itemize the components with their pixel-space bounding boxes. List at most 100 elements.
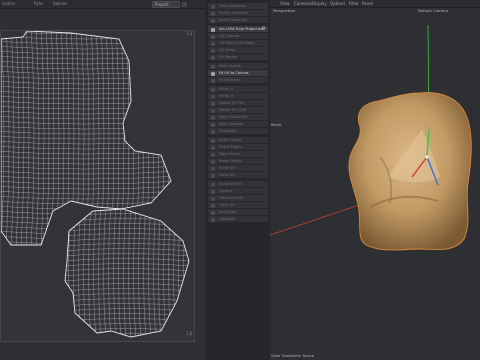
command-icon [211,166,215,171]
vp-menu-item[interactable]: Filter [349,1,359,6]
command-label: Align Vertical [219,122,243,126]
command-label: Pack Islands [219,64,241,68]
uv-canvas[interactable] [0,30,195,342]
uv-menubar: ization Pyte Splines Project [0,0,205,9]
command-button[interactable]: Shrink Selection [208,10,268,17]
command-label: Snap to Grid [219,182,242,186]
viewport-scene [270,24,480,251]
settings-icon[interactable] [182,2,187,7]
command-icon [211,18,215,23]
command-icon [211,55,215,60]
command-icon [211,87,215,92]
command-button[interactable]: Stitch Points [208,137,268,144]
command-label: Break Points [219,159,242,163]
vp-menu-item[interactable]: Cameras [294,1,312,6]
command-button[interactable]: Rotate 90 CW [208,100,268,107]
command-button[interactable]: Mirror V [208,93,268,100]
command-button[interactable]: Pack Islands [208,63,268,70]
command-button[interactable]: UV Unwrap [208,33,268,40]
command-label: Straighten [219,129,238,133]
command-button[interactable]: Align Horizontal [208,114,268,121]
command-label: Fit Selection [219,78,241,82]
command-icon [211,48,215,53]
viewport-footer: View Transform: Scene [271,353,315,358]
command-button[interactable]: Grow Selection [208,3,268,10]
command-button[interactable]: Optimize [208,216,268,223]
command-label: Fit UV to Canvas [219,71,249,75]
command-icon [211,41,215,46]
uv-islands [1,31,190,338]
move-label: Move [271,122,282,127]
command-button[interactable]: Break Points [208,158,268,165]
command-icon [211,115,215,120]
command-button[interactable]: Stitch Edges [208,144,268,151]
uv-menu-item[interactable]: ization [2,1,15,6]
gear-icon[interactable]: ⚙ [262,26,266,32]
vp-menu-item[interactable]: Options [330,1,345,6]
command-icon [211,78,215,83]
uv-menu-item[interactable]: Pyte [34,1,43,6]
command-icon [211,64,215,69]
command-button[interactable]: Mirror U [208,86,268,93]
command-label: Stitch Edges [219,145,242,149]
command-label: Mirror U [219,87,234,91]
vp-menu-item[interactable]: View [280,1,290,6]
command-icon [211,122,215,127]
command-button[interactable]: Fit UV to Canvas [208,70,268,77]
command-label: UV Relax [219,48,236,52]
command-label: Rotate 90 CCW [219,108,247,112]
command-label: Set UVW from Projection [219,27,264,31]
command-button[interactable]: Clear UV [208,202,268,209]
command-label: Rotate 90 CW [219,101,244,105]
command-button[interactable]: Straighten [208,128,268,135]
command-button[interactable]: Snap to Grid [208,181,268,188]
command-label: Mirror V [219,94,234,98]
uv-grid [1,31,171,245]
command-button[interactable]: Transform UV [208,195,268,202]
vp-menu-item[interactable]: Display [312,1,327,6]
command-button[interactable]: Fit Selection [208,77,268,84]
command-label: UV Unwrap [219,34,240,38]
command-button[interactable]: Move UV [208,172,268,179]
vp-menu-item[interactable]: Panel [362,1,373,6]
command-label: Weld Points [219,152,240,156]
command-label: Invert Selection [219,18,248,22]
command-button[interactable]: Pin Border [208,54,268,61]
command-button[interactable]: Set UVW from Projection ⚙ [208,26,268,33]
command-label: Re-project [219,210,238,214]
command-label: Move UV [219,173,235,177]
command-icon [211,138,215,143]
command-icon [211,4,215,9]
command-button[interactable]: Re-project [208,209,268,216]
command-label: Optimize [219,217,236,221]
command-icon [211,217,215,222]
mode-dropdown[interactable]: Project [152,1,180,8]
command-button[interactable]: Invert Selection [208,17,268,24]
command-button[interactable]: Align Vertical [208,121,268,128]
command-button[interactable]: Scale UV [208,165,268,172]
command-icon [211,71,215,76]
camera-label[interactable]: Default Camera [418,8,448,13]
mode-dropdown-value: Project [155,2,169,7]
command-icon [211,101,215,106]
command-button[interactable]: Weld Points [208,151,268,158]
command-button[interactable]: UV Relax [208,47,268,54]
command-icon [211,196,215,201]
command-icon [211,173,215,178]
command-icon [211,108,215,113]
command-label: Align Horizontal [219,115,248,119]
command-label: Grow Selection [219,4,247,8]
command-icon [211,210,215,215]
command-button[interactable]: UV Relax Live Mode [208,40,268,47]
command-label: Pin Border [219,55,238,59]
projection-label: Perspective [273,8,295,13]
command-button[interactable]: Terrace [208,188,268,195]
command-icon [211,182,215,187]
command-icon [211,11,215,16]
command-label: Stitch Points [219,138,242,142]
command-button[interactable]: Rotate 90 CCW [208,107,268,114]
command-icon [211,152,215,157]
gizmo-center[interactable] [425,155,429,159]
command-icon [211,189,215,194]
uv-menu-item[interactable]: Splines [53,1,67,6]
